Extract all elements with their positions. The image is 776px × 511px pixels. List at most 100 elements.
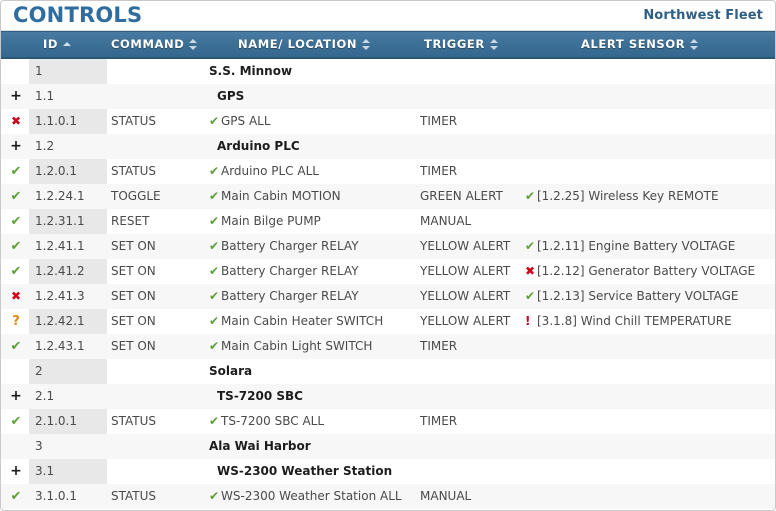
cell-command[interactable]: SET ON <box>111 334 221 359</box>
cell-alert-sensor[interactable] <box>525 159 773 184</box>
cell-alert-sensor[interactable] <box>525 384 773 409</box>
cell-trigger[interactable]: TIMER <box>420 409 528 434</box>
cell-name-location[interactable]: ✔ WS-2300 Weather Station ALL <box>209 484 419 509</box>
cell-command[interactable] <box>111 359 221 384</box>
cell-trigger[interactable]: YELLOW ALERT <box>420 234 528 259</box>
cell-trigger[interactable] <box>420 459 528 484</box>
column-header-trig[interactable]: TRIGGER <box>424 32 498 57</box>
table-row[interactable]: ✔ 1.2.43.1 SET ON ✔ Main Cabin Light SWITCH T… <box>1 334 775 359</box>
table-row[interactable]: ✔ 2.1.0.1 STATUS ✔ TS-7200 SBC ALL TIMER <box>1 409 775 434</box>
cell-alert-sensor[interactable]: ✔ [1.2.13] Service Battery VOLTAGE <box>525 284 773 309</box>
cell-alert-sensor[interactable] <box>525 359 773 384</box>
cell-command[interactable]: STATUS <box>111 484 221 509</box>
table-row[interactable]: +2.1 TS-7200 SBC <box>1 384 775 409</box>
cell-alert-sensor[interactable] <box>525 84 773 109</box>
cell-command[interactable] <box>111 134 221 159</box>
cell-trigger[interactable] <box>420 359 528 384</box>
cell-name-location[interactable]: ✔ Main Cabin MOTION <box>209 184 419 209</box>
expand-icon[interactable]: + <box>7 134 25 159</box>
cell-name-location[interactable]: ✔ GPS ALL <box>209 109 419 134</box>
cell-alert-sensor[interactable] <box>525 409 773 434</box>
cell-trigger[interactable] <box>420 384 528 409</box>
cell-trigger[interactable]: TIMER <box>420 159 528 184</box>
cell-trigger[interactable] <box>420 134 528 159</box>
cell-trigger[interactable]: YELLOW ALERT <box>420 309 528 334</box>
cell-command[interactable] <box>111 434 221 459</box>
expand-icon[interactable]: + <box>7 459 25 484</box>
table-row[interactable]: ✔ 1.2.41.1 SET ON ✔ Battery Charger RELAY YEL… <box>1 234 775 259</box>
cell-trigger[interactable] <box>420 59 528 84</box>
cell-id[interactable]: 1.2.41.3 <box>29 284 107 309</box>
cell-name-location[interactable]: Arduino PLC <box>209 134 427 159</box>
cell-trigger[interactable] <box>420 434 528 459</box>
sort-both-icon[interactable] <box>189 39 198 50</box>
cell-command[interactable] <box>111 59 221 84</box>
cell-name-location[interactable]: Ala Wai Harbor <box>209 434 419 459</box>
cell-alert-sensor[interactable]: ✔ [1.2.25] Wireless Key REMOTE <box>525 184 773 209</box>
cell-id[interactable]: 3.1.0.1 <box>29 484 107 509</box>
cell-trigger[interactable]: MANUAL <box>420 209 528 234</box>
cell-alert-sensor[interactable]: ✖ [1.2.12] Generator Battery VOLTAGE <box>525 259 773 284</box>
cell-trigger[interactable] <box>420 84 528 109</box>
cell-name-location[interactable]: ✔ Main Bilge PUMP <box>209 209 419 234</box>
cell-alert-sensor[interactable] <box>525 484 773 509</box>
sort-ascending-icon[interactable] <box>63 39 72 50</box>
cell-id[interactable]: 2.1 <box>29 384 107 409</box>
column-header-alert[interactable]: ALERT SENSOR <box>581 32 699 57</box>
table-row[interactable]: ✖ 1.2.41.3 SET ON ✔ Battery Charger RELAY YEL… <box>1 284 775 309</box>
table-row[interactable]: 3 Ala Wai Harbor <box>1 434 775 459</box>
table-row[interactable]: ✖ 1.1.0.1 STATUS ✔ GPS ALL TIMER <box>1 109 775 134</box>
cell-name-location[interactable]: ✔ Main Cabin Light SWITCH <box>209 334 419 359</box>
cell-name-location[interactable]: ✔ Battery Charger RELAY <box>209 234 419 259</box>
cell-name-location[interactable]: ✔ TS-7200 SBC ALL <box>209 409 419 434</box>
cell-trigger[interactable]: MANUAL <box>420 484 528 509</box>
cell-command[interactable]: SET ON <box>111 259 221 284</box>
cell-name-location[interactable]: ✔ Battery Charger RELAY <box>209 284 419 309</box>
table-row[interactable]: ✔ 3.1.0.1 STATUS ✔ WS-2300 Weather Station A… <box>1 484 775 509</box>
cell-name-location[interactable]: GPS <box>209 84 427 109</box>
cell-trigger[interactable]: YELLOW ALERT <box>420 259 528 284</box>
cell-command[interactable]: STATUS <box>111 409 221 434</box>
table-row[interactable]: +3.1 WS-2300 Weather Station <box>1 459 775 484</box>
cell-command[interactable]: SET ON <box>111 284 221 309</box>
cell-id[interactable]: 2 <box>29 359 107 384</box>
sort-both-icon[interactable] <box>362 39 371 50</box>
cell-name-location[interactable]: ✔ Arduino PLC ALL <box>209 159 419 184</box>
cell-alert-sensor[interactable] <box>525 109 773 134</box>
cell-command[interactable] <box>111 384 221 409</box>
cell-id[interactable]: 1.2.42.1 <box>29 309 107 334</box>
expand-icon[interactable]: + <box>7 384 25 409</box>
cell-trigger[interactable]: GREEN ALERT <box>420 184 528 209</box>
sort-both-icon[interactable] <box>690 39 699 50</box>
cell-alert-sensor[interactable] <box>525 459 773 484</box>
table-row[interactable]: 1 S.S. Minnow <box>1 59 775 84</box>
table-row[interactable]: +1.1 GPS <box>1 84 775 109</box>
table-row[interactable]: +1.2 Arduino PLC <box>1 134 775 159</box>
cell-alert-sensor[interactable] <box>525 334 773 359</box>
cell-command[interactable]: STATUS <box>111 159 221 184</box>
table-row[interactable]: ✔ 1.2.31.1 RESET ✔ Main Bilge PUMP MANUAL <box>1 209 775 234</box>
cell-alert-sensor[interactable]: ! [3.1.8] Wind Chill TEMPERATURE <box>525 309 773 334</box>
cell-id[interactable]: 3 <box>29 434 107 459</box>
cell-alert-sensor[interactable]: ✔ [1.2.11] Engine Battery VOLTAGE <box>525 234 773 259</box>
cell-id[interactable]: 1.1.0.1 <box>29 109 107 134</box>
cell-name-location[interactable]: WS-2300 Weather Station <box>209 459 427 484</box>
column-header-id[interactable]: ID <box>43 32 72 57</box>
cell-name-location[interactable]: ✔ Main Cabin Heater SWITCH <box>209 309 419 334</box>
cell-alert-sensor[interactable] <box>525 59 773 84</box>
cell-id[interactable]: 1.2.41.2 <box>29 259 107 284</box>
cell-trigger[interactable]: YELLOW ALERT <box>420 284 528 309</box>
cell-id[interactable]: 3.1 <box>29 459 107 484</box>
cell-id[interactable]: 1.2.24.1 <box>29 184 107 209</box>
cell-command[interactable] <box>111 459 221 484</box>
cell-name-location[interactable]: Solara <box>209 359 419 384</box>
cell-id[interactable]: 1.2 <box>29 134 107 159</box>
cell-id[interactable]: 2.1.0.1 <box>29 409 107 434</box>
table-row[interactable]: ? 1.2.42.1 SET ON ✔ Main Cabin Heater SWITCH… <box>1 309 775 334</box>
sort-both-icon[interactable] <box>489 39 498 50</box>
cell-command[interactable]: SET ON <box>111 234 221 259</box>
cell-id[interactable]: 1.2.0.1 <box>29 159 107 184</box>
column-header-name[interactable]: NAME/ LOCATION <box>238 32 371 57</box>
table-row[interactable]: ✔ 1.2.41.2 SET ON ✔ Battery Charger RELAY YEL… <box>1 259 775 284</box>
cell-id[interactable]: 1.2.41.1 <box>29 234 107 259</box>
